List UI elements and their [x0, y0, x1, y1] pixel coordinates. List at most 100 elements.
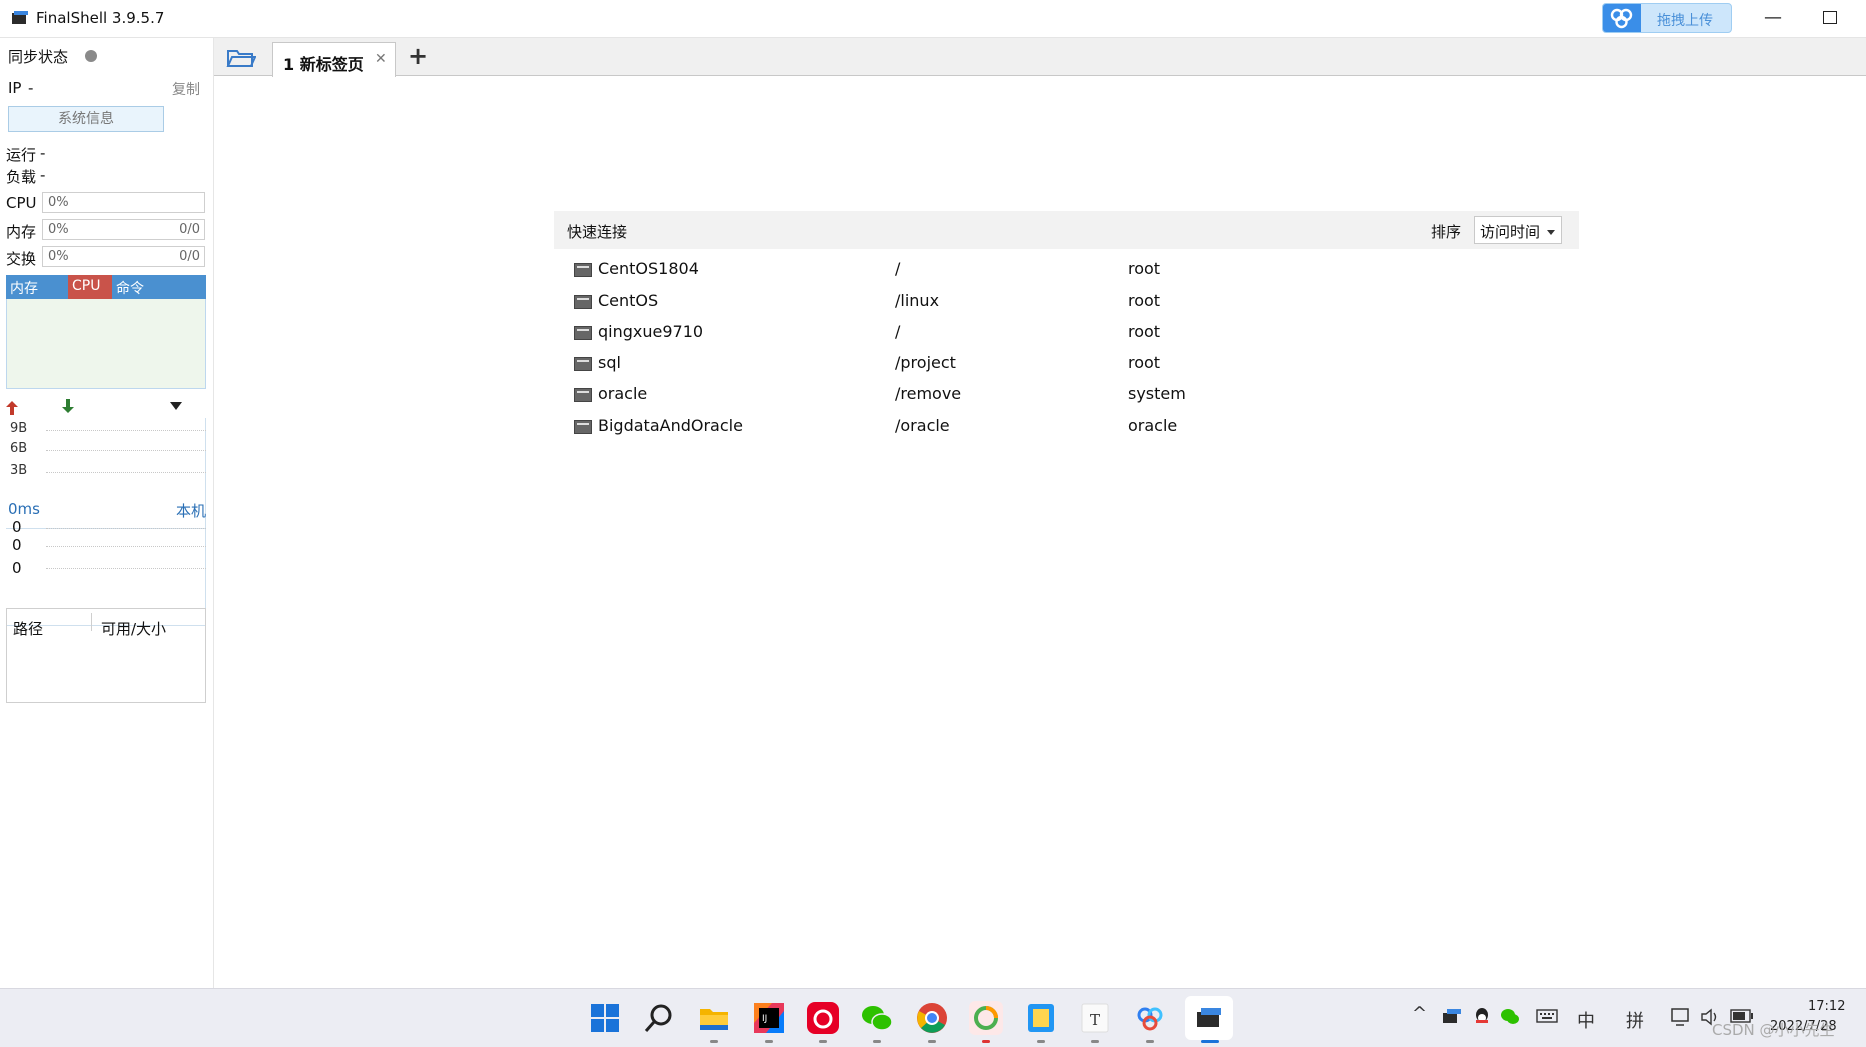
- clock-time[interactable]: 17:12: [1808, 999, 1845, 1014]
- keyboard-icon[interactable]: [1536, 1009, 1558, 1023]
- net-tick-label: 6B: [10, 441, 28, 456]
- connection-name: BigdataAndOracle: [598, 416, 743, 435]
- swap-meter-ratio: 0/0: [179, 249, 200, 264]
- copy-ip-link[interactable]: 复制: [172, 79, 200, 99]
- windows-start-icon[interactable]: [588, 1001, 622, 1035]
- search-icon[interactable]: [642, 1001, 676, 1035]
- net-tick-label: 9B: [10, 421, 28, 436]
- interface-dropdown-icon[interactable]: [170, 402, 182, 410]
- ping-header: 0ms 本机: [6, 498, 206, 520]
- connection-row[interactable]: BigdataAndOracle /oracle oracle: [572, 413, 1177, 441]
- finalshell-app-icon: [12, 11, 28, 24]
- notes-app-icon[interactable]: [1024, 1001, 1058, 1035]
- connection-name: CentOS1804: [598, 259, 699, 278]
- title-bar: FinalShell 3.9.5.7 拖拽上传 —: [0, 0, 1866, 38]
- tab-cpu[interactable]: CPU: [72, 278, 100, 294]
- sync-status-label: 同步状态: [8, 48, 69, 66]
- swap-meter-percent: 0%: [48, 249, 69, 264]
- sort-label: 排序: [1431, 223, 1462, 241]
- wechat-tray-icon[interactable]: [1500, 1007, 1520, 1025]
- connection-user: root: [1128, 322, 1161, 341]
- cpu-meter-percent: 0%: [48, 195, 69, 210]
- ping-tick-label: 0: [12, 518, 22, 536]
- connection-user: root: [1128, 259, 1161, 278]
- connection-user: system: [1128, 384, 1186, 403]
- connection-name: oracle: [598, 384, 648, 403]
- upload-arrow-icon: [6, 401, 18, 415]
- connection-user: root: [1128, 353, 1161, 372]
- resource-chart-tabs: 内存 CPU 命令: [6, 275, 206, 299]
- terminal-icon: [574, 326, 592, 340]
- intellij-idea-icon[interactable]: IJ: [752, 1001, 786, 1035]
- terminal-icon: [574, 263, 592, 277]
- quick-connect-header: 快速连接 排序 访问时间: [554, 211, 1579, 249]
- ring-app-icon[interactable]: [969, 1001, 1003, 1035]
- file-explorer-icon[interactable]: [697, 1001, 731, 1035]
- maximize-button[interactable]: [1823, 11, 1837, 24]
- connection-path: /project: [895, 353, 956, 372]
- sort-select-value: 访问时间: [1480, 223, 1541, 241]
- connection-row[interactable]: qingxue9710 / root: [572, 319, 1172, 347]
- ping-latency: 0ms: [8, 500, 40, 518]
- csdn-watermark: CSDN @小小先生: [1712, 1021, 1835, 1039]
- memory-meter-label: 内存: [6, 223, 37, 241]
- tab-new-tab[interactable]: 1 新标签页 ✕: [272, 42, 396, 77]
- chrome-icon[interactable]: [915, 1001, 949, 1035]
- load-label: 负载: [6, 168, 37, 186]
- drag-upload-button[interactable]: 拖拽上传: [1602, 3, 1732, 33]
- ip-label: IP: [8, 79, 22, 97]
- typora-icon[interactable]: T: [1078, 1001, 1112, 1035]
- tab-memory[interactable]: 内存: [10, 278, 38, 298]
- cpu-meter-label: CPU: [6, 194, 37, 212]
- ime-language-indicator[interactable]: 中: [1577, 1007, 1595, 1033]
- terminal-icon: [574, 357, 592, 371]
- svg-text:IJ: IJ: [762, 1014, 767, 1024]
- finalshell-taskbar-icon[interactable]: [1192, 1001, 1226, 1035]
- network-icon[interactable]: [1670, 1007, 1692, 1027]
- chevron-down-icon: [1547, 230, 1555, 235]
- connection-user: oracle: [1128, 416, 1178, 435]
- memory-meter-percent: 0%: [48, 222, 69, 237]
- ime-mode-indicator[interactable]: 拼: [1626, 1007, 1644, 1033]
- uptime-label: 运行: [6, 146, 37, 164]
- disk-size-header[interactable]: 可用/大小: [101, 618, 166, 639]
- tray-expand-icon[interactable]: ^: [1412, 1003, 1427, 1024]
- ping-tick-label: 0: [12, 559, 22, 577]
- session-tab-bar: 1 新标签页 ✕ +: [214, 38, 1866, 77]
- minimize-button[interactable]: —: [1764, 7, 1782, 28]
- connection-path: /oracle: [895, 416, 950, 435]
- ip-value: -: [28, 79, 34, 97]
- baidu-cloud-icon: [1603, 4, 1641, 32]
- close-tab-icon[interactable]: ✕: [375, 51, 387, 67]
- uptime-value: -: [40, 144, 46, 162]
- terminal-icon: [574, 420, 592, 434]
- resource-chart-area: [6, 299, 206, 389]
- finalshell-tray-icon[interactable]: [1442, 1007, 1462, 1025]
- qq-tray-icon[interactable]: [1472, 1006, 1492, 1026]
- open-folder-icon[interactable]: [226, 47, 256, 69]
- connection-path: /: [895, 322, 901, 341]
- connection-row[interactable]: sql /project root: [572, 350, 1172, 378]
- drag-upload-label: 拖拽上传: [1657, 13, 1713, 29]
- sync-status-dot-icon: [85, 50, 97, 62]
- connection-name: qingxue9710: [598, 322, 704, 341]
- connection-row[interactable]: oracle /remove system: [572, 381, 1186, 409]
- download-arrow-icon: [62, 399, 74, 413]
- disk-usage-table: 路径 可用/大小: [6, 608, 206, 703]
- connection-row[interactable]: CentOS1804 / root: [572, 256, 1172, 284]
- add-tab-icon[interactable]: +: [408, 42, 428, 70]
- baidu-netdisk-icon[interactable]: [1133, 1001, 1167, 1035]
- system-info-button[interactable]: 系统信息: [8, 106, 164, 132]
- terminal-icon: [574, 388, 592, 402]
- swap-meter: 0% 0/0: [42, 246, 205, 267]
- disk-path-header[interactable]: 路径: [13, 618, 43, 639]
- connection-row[interactable]: CentOS /linux root: [572, 288, 1172, 316]
- svg-text:T: T: [1090, 1011, 1100, 1029]
- connection-name: CentOS: [598, 291, 659, 310]
- netease-music-icon[interactable]: [806, 1001, 840, 1035]
- tab-label: 1 新标签页: [283, 55, 364, 74]
- tab-command[interactable]: 命令: [116, 278, 144, 298]
- sort-select[interactable]: 访问时间: [1474, 216, 1562, 244]
- memory-meter-ratio: 0/0: [179, 222, 200, 237]
- wechat-icon[interactable]: [860, 1001, 894, 1035]
